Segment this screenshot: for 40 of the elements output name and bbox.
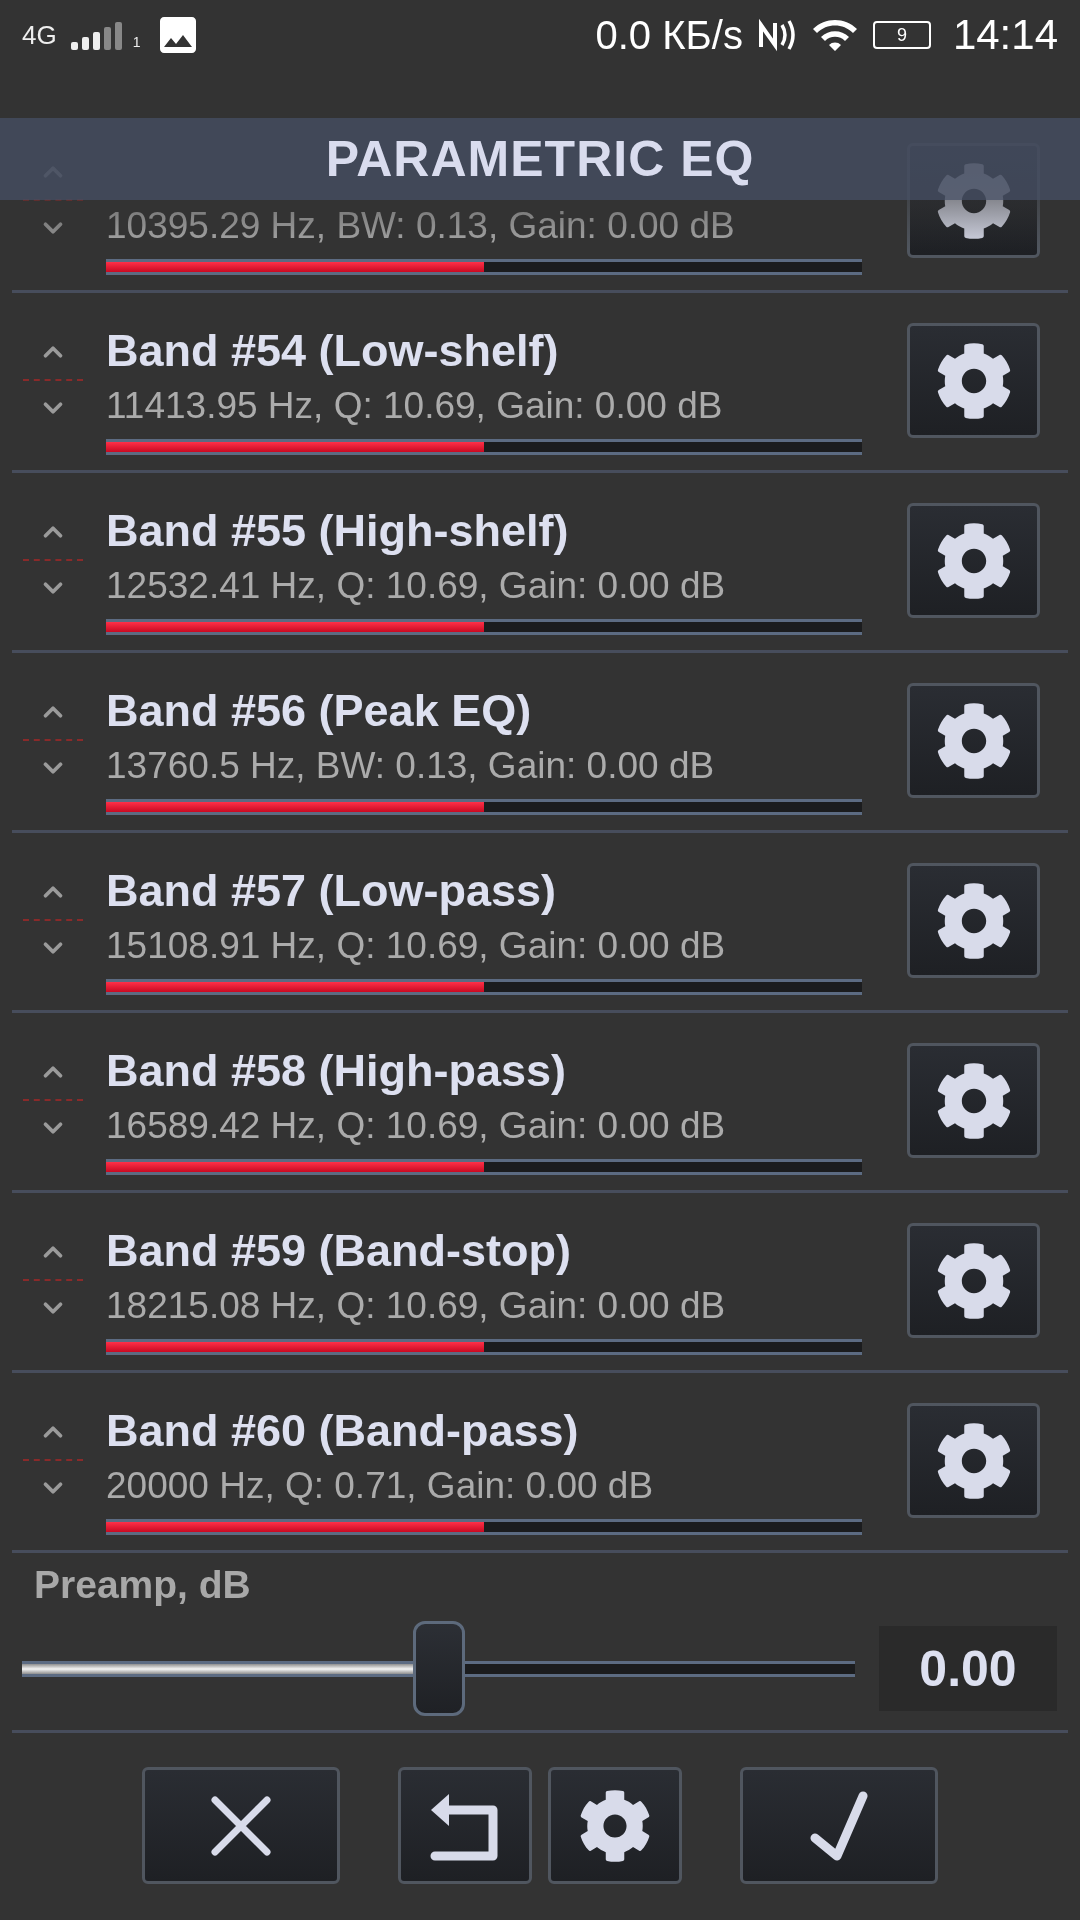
band-params: 20000 Hz, Q: 0.71, Gain: 0.00 dB [106, 1464, 655, 1508]
band-title: Band #54 (Low-shelf) [106, 324, 560, 378]
reset-button[interactable] [398, 1767, 532, 1884]
preamp-label: Preamp, dB [33, 1563, 252, 1607]
check-icon [809, 1789, 869, 1862]
network-speed: 0.0 КБ/s [595, 12, 743, 58]
apply-button[interactable] [740, 1767, 938, 1884]
cancel-button[interactable] [142, 1767, 340, 1884]
band-params: 18215.08 Hz, Q: 10.69, Gain: 0.00 dB [106, 1284, 727, 1328]
clock: 14:14 [952, 11, 1058, 59]
band-settings-button[interactable] [907, 1043, 1040, 1158]
preamp-value: 0.00 [879, 1626, 1057, 1711]
band-title: Band #56 (Peak EQ) [106, 684, 533, 738]
band-settings-button[interactable] [907, 863, 1040, 978]
network-type: 4G [22, 19, 57, 51]
band-settings-button[interactable] [907, 323, 1040, 438]
band-params: 11413.95 Hz, Q: 10.69, Gain: 0.00 dB [106, 384, 724, 428]
band-title: Band #59 (Band-stop) [106, 1224, 573, 1278]
sim-number: 1 [132, 34, 141, 50]
band-title: Band #58 (High-pass) [106, 1044, 568, 1098]
band-params: 15108.91 Hz, Q: 10.69, Gain: 0.00 dB [106, 924, 727, 968]
band-settings-button[interactable] [907, 503, 1040, 618]
band-settings-button[interactable] [907, 683, 1040, 798]
band-params: 13760.5 Hz, BW: 0.13, Gain: 0.00 dB [106, 744, 716, 788]
band-title: Band #55 (High-shelf) [106, 504, 570, 558]
close-icon [209, 1793, 273, 1858]
battery-icon: 9 [872, 21, 931, 49]
settings-button[interactable] [548, 1767, 682, 1884]
band-title: Band #57 (Low-pass) [106, 864, 558, 918]
screen-title: PARAMETRIC EQ [0, 118, 1080, 200]
band-params: 16589.42 Hz, Q: 10.69, Gain: 0.00 dB [106, 1104, 727, 1148]
settings-icon [578, 1788, 652, 1863]
band-params: 12532.41 Hz, Q: 10.69, Gain: 0.00 dB [106, 564, 727, 608]
band-settings-button[interactable] [907, 1223, 1040, 1338]
band-settings-button[interactable] [907, 1403, 1040, 1518]
band-params: 10395.29 Hz, BW: 0.13, Gain: 0.00 dB [106, 204, 736, 248]
nfc-icon [756, 17, 797, 53]
slider-thumb[interactable] [412, 1621, 465, 1716]
preamp-slider[interactable] [22, 1621, 855, 1716]
band-title: Band #60 (Band-pass) [106, 1404, 580, 1458]
